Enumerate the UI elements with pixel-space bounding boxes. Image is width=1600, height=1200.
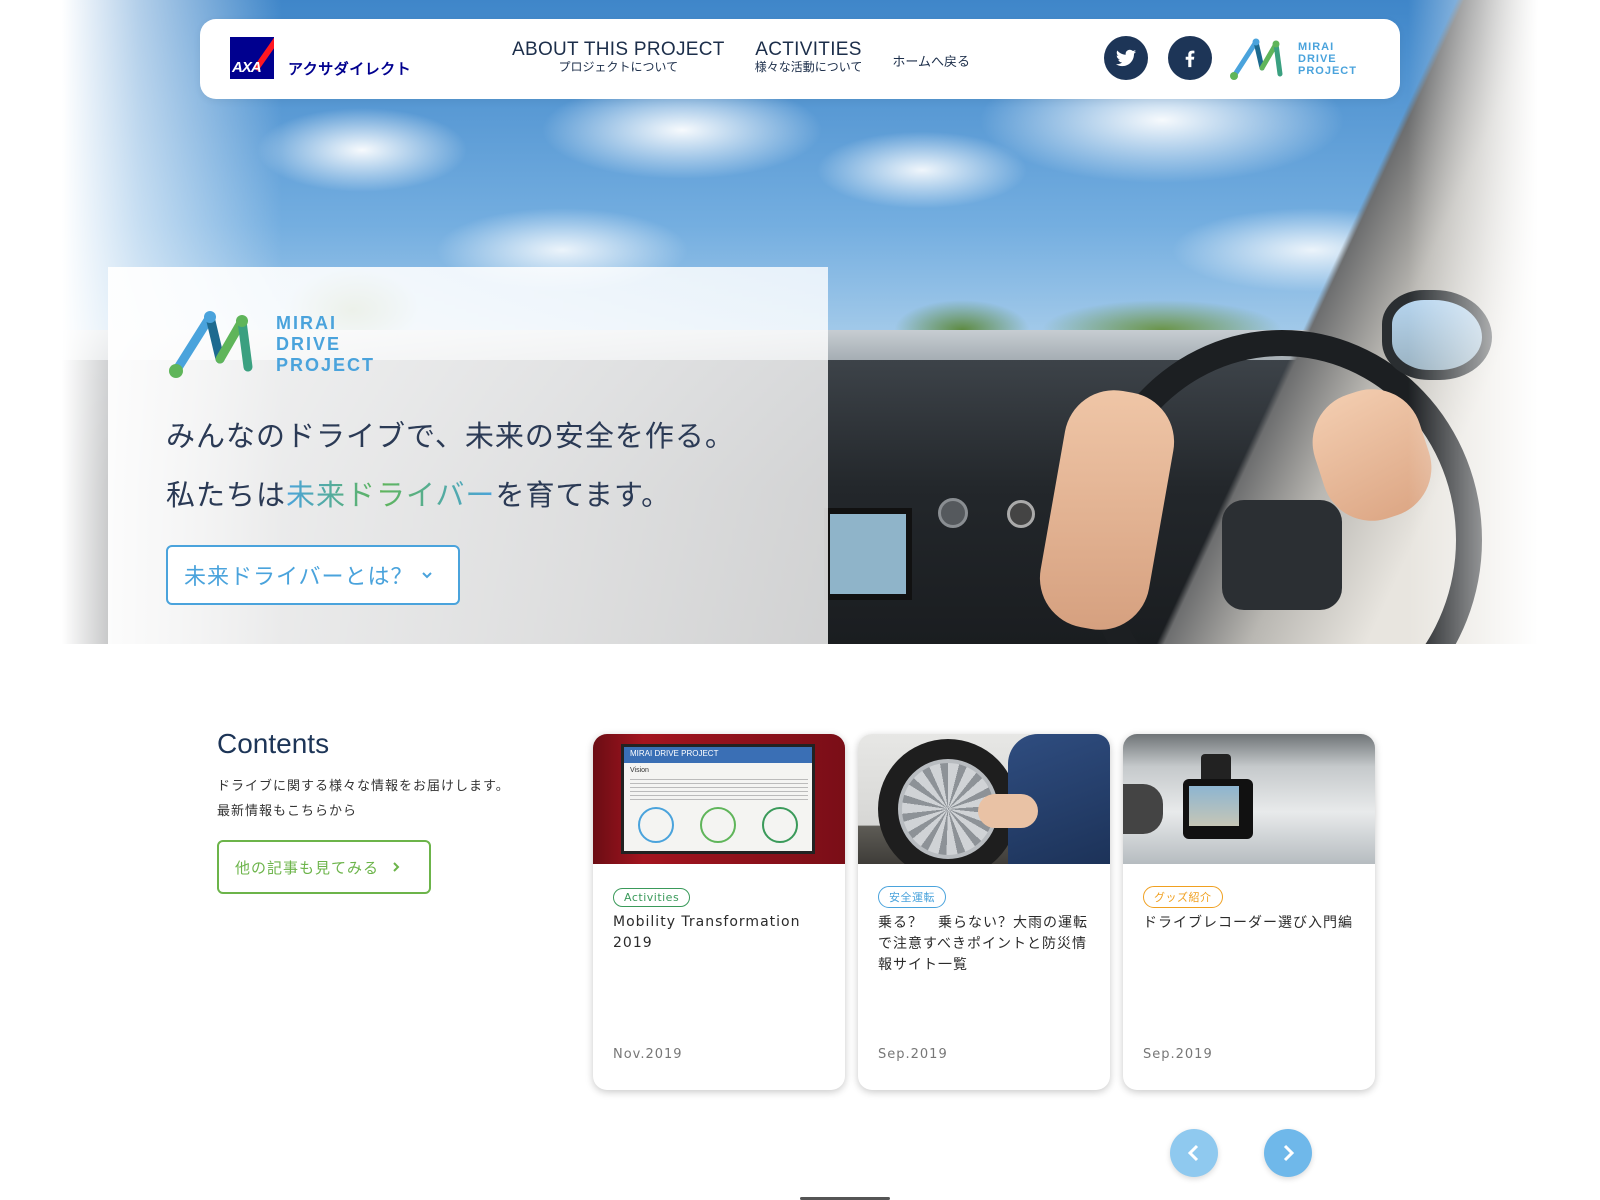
presentation-header-text: MIRAI DRIVE PROJECT [630, 749, 719, 758]
facebook-icon [1185, 50, 1195, 68]
hero-tagline-2-pre: 私たちは [166, 478, 287, 512]
presentation-vision-text: Vision [630, 767, 649, 774]
nav-about-sublabel: プロジェクトについて [558, 60, 679, 74]
mirai-logo-words-small: MIRAI DRIVE PROJECT [1298, 41, 1357, 77]
main-nav: ABOUT THIS PROJECT プロジェクトについて ACTIVITIES… [512, 39, 970, 75]
hero-tagline-highlight: 未来ドライバー [286, 478, 496, 512]
twitter-icon [1115, 49, 1137, 67]
contents-description-line-2: 最新情報もこちらから [217, 804, 358, 819]
article-thumbnail-presentation: MIRAI DRIVE PROJECT Vision [593, 734, 845, 864]
presentation-circle [762, 807, 798, 843]
article-thumbnail-tire [858, 734, 1110, 864]
mirai-logo-words: MIRAI DRIVE PROJECT [276, 313, 375, 376]
article-tag: 安全運転 [878, 886, 946, 908]
article-card[interactable]: MIRAI DRIVE PROJECT Vision Activities Mo… [593, 734, 845, 1090]
contents-title: Contents [217, 728, 330, 759]
hero-steering-hub [1222, 500, 1342, 610]
chevron-down-icon [421, 572, 432, 579]
nav-about-project[interactable]: ABOUT THIS PROJECT プロジェクトについて [512, 39, 725, 75]
hero-start-button [1007, 500, 1035, 528]
carousel-next-button[interactable] [1264, 1129, 1312, 1177]
article-title: 乗る？ 乗らない？大雨の運転で注意すべきポイントと防災情報サイト一覧 [878, 915, 1088, 973]
mirai-logo-word: MIRAI [1298, 41, 1335, 53]
project-logo-word: PROJECT [276, 354, 376, 375]
dashcam-screen [1189, 786, 1239, 826]
hero-fade-right [1408, 0, 1538, 644]
presentation-circle [700, 807, 736, 843]
nav-about-label: ABOUT THIS PROJECT [512, 39, 725, 60]
chevron-right-icon [1283, 1144, 1295, 1162]
nav-activities[interactable]: ACTIVITIES 様々な活動について [754, 39, 863, 75]
mirai-m-mark-icon [1230, 38, 1283, 80]
carousel-prev-button[interactable] [1170, 1129, 1218, 1177]
article-date: Sep.2019 [878, 1047, 948, 1062]
presentation-screen: MIRAI DRIVE PROJECT Vision [621, 744, 815, 854]
chevron-right-icon [393, 862, 400, 872]
article-carousel: MIRAI DRIVE PROJECT Vision Activities Mo… [593, 734, 1375, 1090]
hero-tagline-2-post: を育てます。 [495, 478, 672, 512]
drive-logo-word: DRIVE [1298, 53, 1337, 65]
chevron-left-icon [1187, 1144, 1199, 1162]
article-card[interactable]: 安全運転 乗る？ 乗らない？大雨の運転で注意すべきポイントと防災情報サイト一覧 … [858, 734, 1110, 1090]
nav-home-link[interactable]: ホームへ戻る [892, 51, 970, 70]
axa-direct-logo[interactable]: AXA アクサダイレクト [230, 37, 411, 79]
hero-card: MIRAI DRIVE PROJECT みんなのドライブで、未来の安全を作る。 … [108, 267, 828, 644]
article-thumbnail-dashcam [1123, 734, 1375, 864]
twitter-button[interactable] [1104, 36, 1148, 80]
article-card[interactable]: グッズ紹介 ドライブレコーダー選び入門編 Sep.2019 [1123, 734, 1375, 1090]
project-logo-word: PROJECT [1298, 65, 1357, 77]
presentation-circle [638, 807, 674, 843]
article-card-body: Activities Mobility Transformation 2019 [593, 864, 845, 954]
mirai-m-mark-icon [169, 311, 253, 378]
nav-activities-label: ACTIVITIES [755, 39, 862, 60]
hero-knob [938, 498, 968, 528]
hero-tagline-2: 私たちは未来ドライバーを育てます。 [166, 472, 671, 514]
article-title: ドライブレコーダー選び入門編 [1143, 915, 1353, 931]
axa-brand-name: アクサダイレクト [288, 61, 412, 78]
contents-section: Contents ドライブに関する様々な情報をお届けします。 最新情報もこちらか… [217, 728, 547, 894]
article-tag: グッズ紹介 [1143, 886, 1223, 908]
contents-description: ドライブに関する様々な情報をお届けします。 最新情報もこちらから [217, 774, 547, 824]
nav-activities-sublabel: 様々な活動について [754, 60, 863, 74]
article-card-body: 安全運転 乗る？ 乗らない？大雨の運転で注意すべきポイントと防災情報サイト一覧 [858, 864, 1110, 976]
drive-logo-word: DRIVE [276, 333, 342, 354]
axa-logo-mark: AXA [230, 37, 274, 79]
social-links [1104, 36, 1212, 80]
hero-navigation-screen [824, 508, 912, 600]
facebook-button[interactable] [1168, 36, 1212, 80]
see-more-articles-button[interactable]: 他の記事も見てみる [217, 840, 431, 894]
article-date: Sep.2019 [1143, 1047, 1213, 1062]
article-title: Mobility Transformation 2019 [613, 914, 816, 951]
mirai-logo-word: MIRAI [276, 312, 337, 333]
article-card-body: グッズ紹介 ドライブレコーダー選び入門編 [1123, 864, 1375, 934]
article-date: Nov.2019 [613, 1047, 683, 1062]
mirai-drive-project-logo: MIRAI DRIVE PROJECT [166, 305, 375, 383]
person-hand [978, 794, 1038, 828]
see-more-articles-label: 他の記事も見てみる [235, 858, 380, 877]
contents-description-line-1: ドライブに関する様々な情報をお届けします。 [217, 779, 510, 794]
presentation-body-lines [630, 779, 808, 801]
hero-tagline-1: みんなのドライブで、未来の安全を作る。 [166, 419, 735, 453]
rearview-mirror [1123, 784, 1163, 834]
what-is-mirai-driver-label: 未来ドライバーとは？ [184, 565, 414, 590]
axa-logo-text: AXA [232, 59, 262, 76]
mirai-drive-project-logo-small[interactable]: MIRAI DRIVE PROJECT [1228, 34, 1357, 84]
site-header: AXA アクサダイレクト ABOUT THIS PROJECT プロジェクトにつ… [200, 19, 1400, 99]
what-is-mirai-driver-button[interactable]: 未来ドライバーとは？ [166, 545, 460, 605]
article-tag: Activities [613, 888, 691, 907]
